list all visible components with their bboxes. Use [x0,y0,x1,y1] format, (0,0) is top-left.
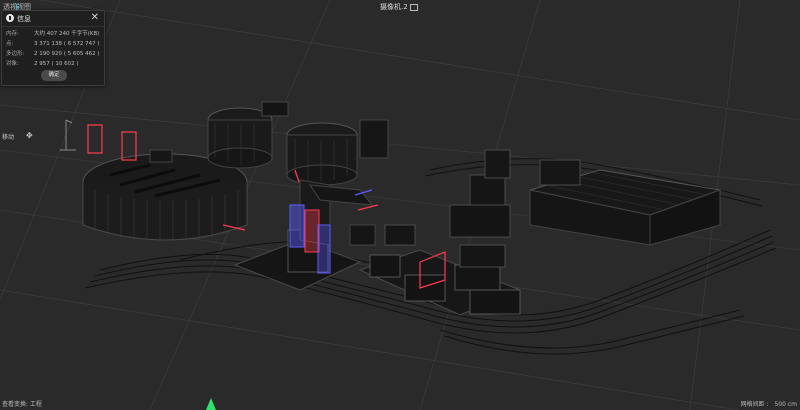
info-row-label: 内存: [6,31,19,37]
info-row-value: 3 371 138 ( 6 572 747 ) [34,41,100,47]
info-row-label: 点: [6,41,14,47]
info-row-polygons: 多边形: 2 190 920 ( 5 605 462 ) [6,49,102,59]
north-indicator-icon [206,398,216,410]
grid-spacing-label: 网格间距 : [740,401,769,408]
move-arrows-icon[interactable]: ✥ [26,131,33,140]
svg-text:y: y [15,2,18,8]
flag-pole [60,119,76,151]
lower-district[interactable] [358,224,522,316]
camera-icon [409,3,418,11]
info-row-value: 2 957 ( 10 602 ) [34,61,79,67]
info-row-memory: 内存: 大约 407 240 千字节(KB) [6,29,102,39]
move-tool-label[interactable]: 移动 [2,132,14,141]
close-icon[interactable]: ✕ [91,12,99,23]
info-row-points: 点: 3 371 138 ( 6 572 747 ) [6,39,102,49]
info-dialog: 信息 ✕ 内存: 大约 407 240 千字节(KB) 点: 3 371 138 (… [1,10,105,86]
info-dialog-header: 信息 ✕ [2,11,104,27]
camera-label[interactable]: 摄像机.2 [380,2,418,12]
camera-name: 摄像机.2 [380,3,408,11]
info-icon [6,14,14,22]
3d-viewport[interactable]: 透视视图 摄像机.2 y [0,0,800,410]
grid-spacing-status: 网格间距 : 500 cm [735,399,797,408]
info-rows: 内存: 大约 407 240 千字节(KB) 点: 3 371 138 ( 6 57… [6,29,102,69]
info-row-objects: 对象: 2 957 ( 10 602 ) [6,59,102,69]
info-row-label: 对象: [6,61,19,67]
view-transform-status: 查看变换: 工程 [2,401,42,408]
info-row-value: 大约 407 240 千字节(KB) [34,31,100,37]
info-dialog-title: 信息 [17,15,31,23]
info-row-value: 2 190 920 ( 5 605 462 ) [34,51,100,57]
scene-canvas[interactable] [0,0,800,410]
industrial-complex[interactable] [449,149,722,246]
grid-spacing-value: 500 cm [774,401,797,408]
ok-button[interactable]: 确定 [41,70,67,81]
info-row-label: 多边形: [6,51,25,57]
